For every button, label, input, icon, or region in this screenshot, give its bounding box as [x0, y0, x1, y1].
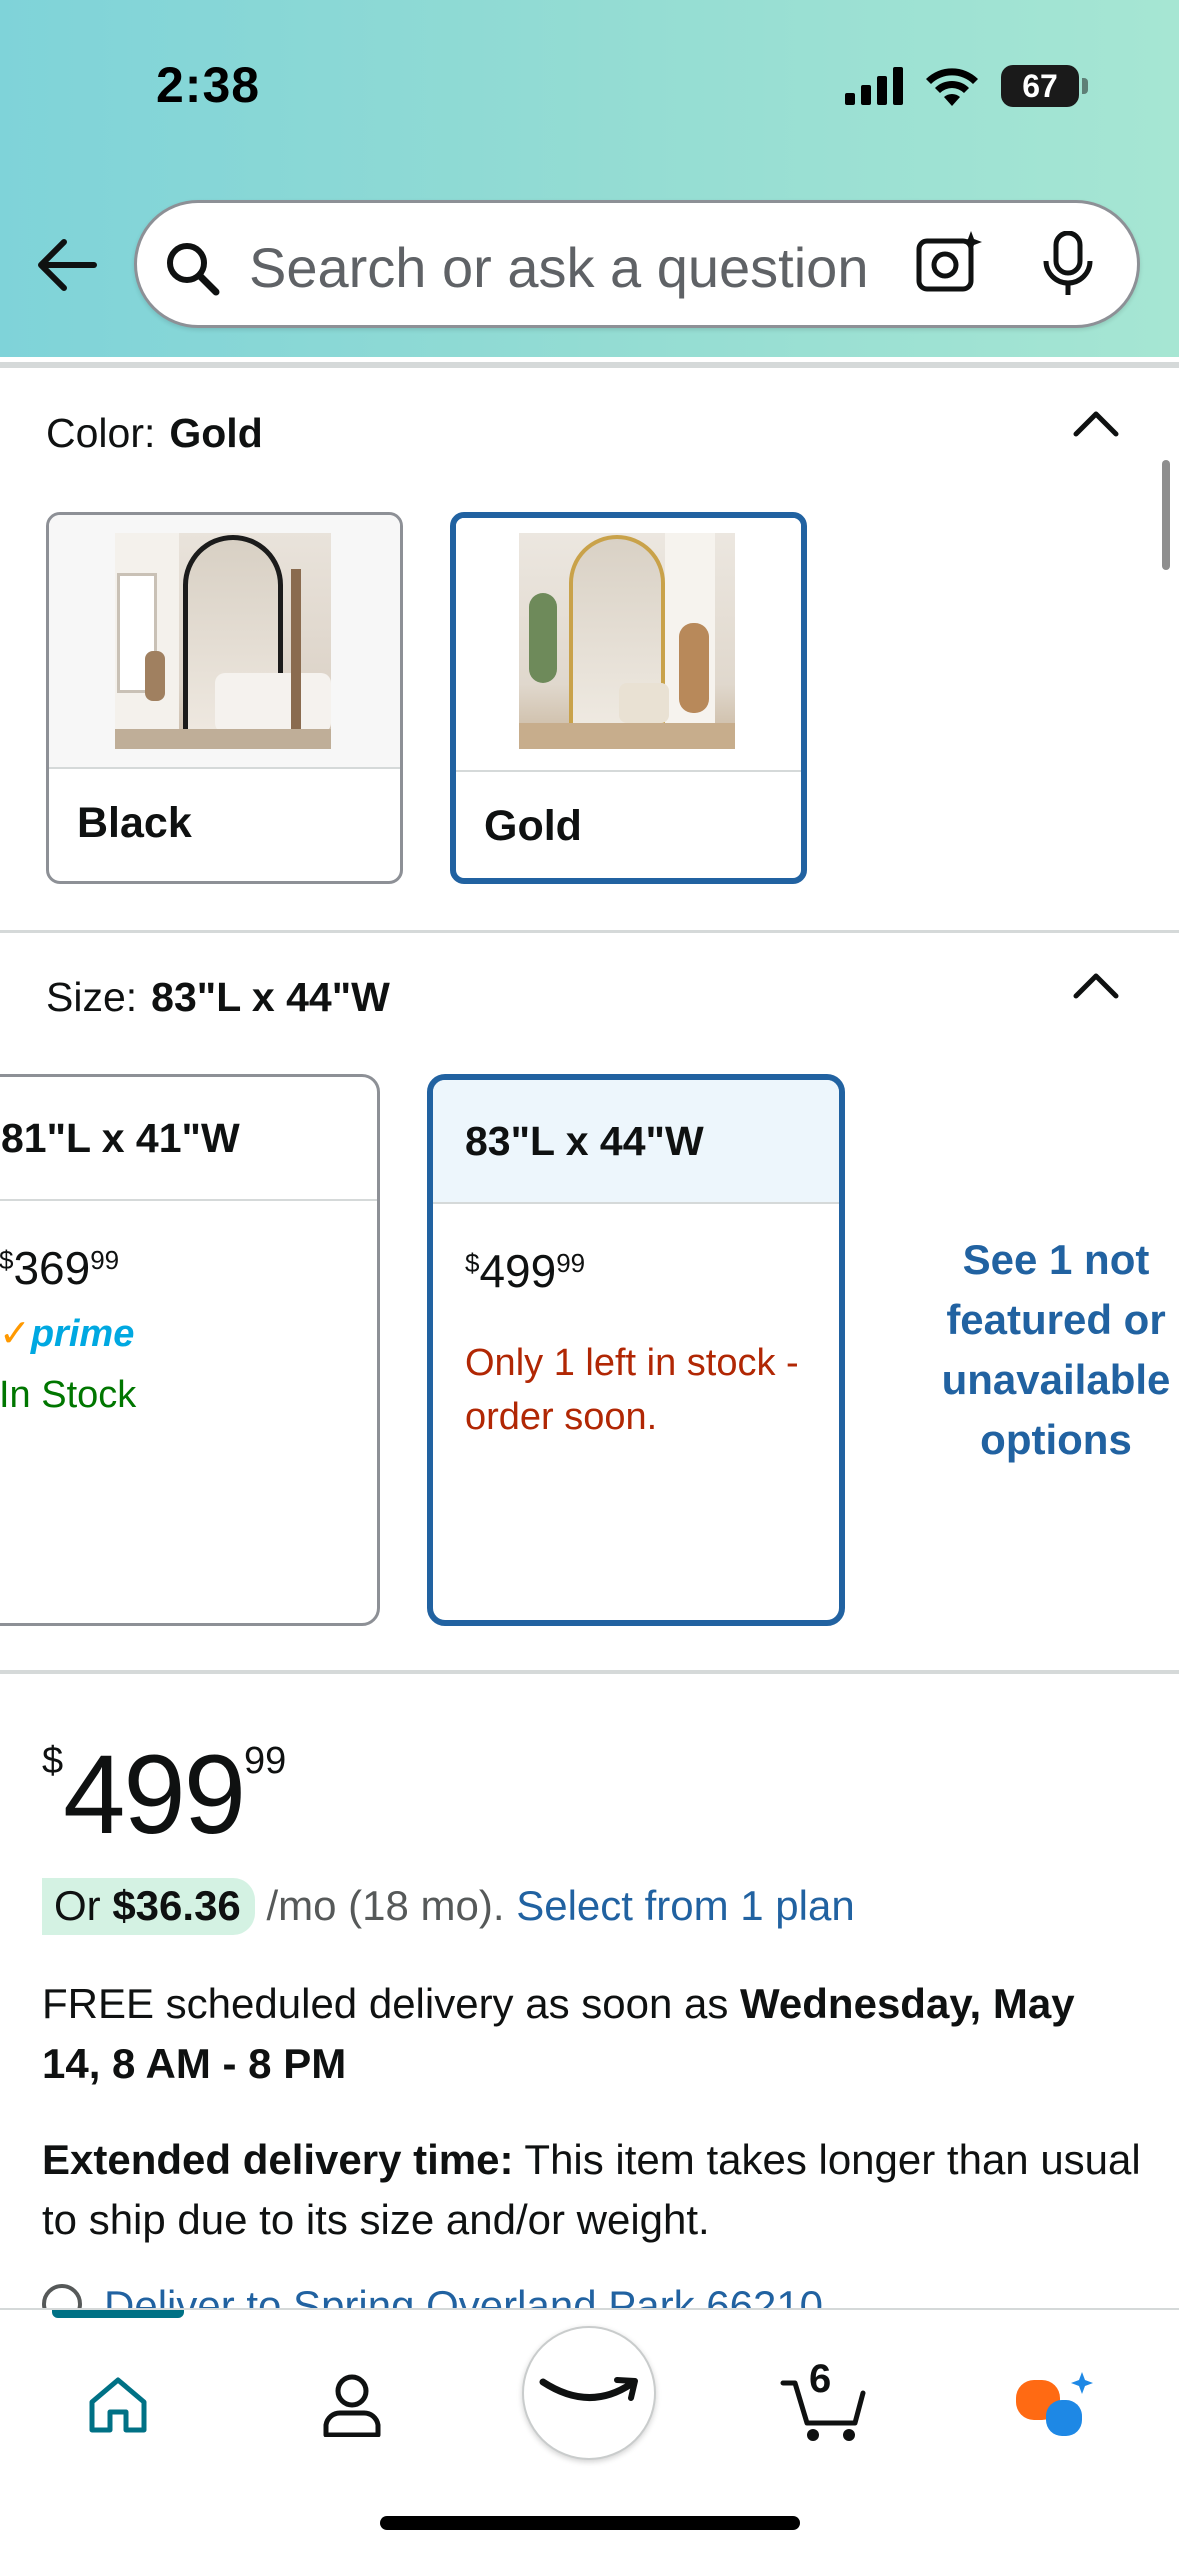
- color-option-label: Gold: [484, 802, 582, 850]
- rufus-assistant-icon: [1016, 2372, 1093, 2436]
- size-option-price: $36999: [0, 1242, 120, 1294]
- product-image-gold: [456, 518, 801, 772]
- availability-status: Only 1 left in stock - order soon.: [465, 1342, 799, 1438]
- prime-badge: ✓prime: [0, 1313, 135, 1355]
- search-placeholder: Search or ask a question: [249, 236, 869, 299]
- size-label: Size: 83"L x 44"W: [46, 974, 390, 1021]
- divider: [0, 930, 1179, 933]
- color-option-label: Black: [77, 799, 192, 847]
- color-option-gold[interactable]: Gold: [450, 512, 807, 884]
- home-icon: [89, 2377, 147, 2433]
- home-indicator: [380, 2516, 800, 2530]
- see-unavailable-options-link[interactable]: See 1 not featured or unavailable option…: [920, 1230, 1179, 1470]
- wifi-icon: [926, 68, 978, 106]
- color-option-black[interactable]: Black: [46, 512, 403, 884]
- active-tab-indicator: [52, 2310, 184, 2318]
- search-input[interactable]: Search or ask a question: [134, 200, 1140, 328]
- selected-size: 83"L x 44"W: [151, 974, 390, 1020]
- camera-lens-icon[interactable]: [913, 227, 985, 299]
- size-option-label: 81"L x 41"W: [0, 1077, 377, 1201]
- size-option-label: 83"L x 44"W: [433, 1080, 839, 1204]
- top-header: 2:38 67 Search or ask a question: [0, 0, 1179, 357]
- payment-plan: Or $36.36 /mo (18 mo). Select from 1 pla…: [42, 1878, 855, 1935]
- availability-status: In Stock: [0, 1374, 137, 1416]
- battery-level: 67: [1022, 67, 1058, 104]
- size-label-text: Size:: [46, 974, 138, 1020]
- color-label-text: Color:: [46, 410, 156, 456]
- chevron-up-icon[interactable]: [1072, 970, 1120, 1000]
- cellular-signal-icon: [845, 67, 903, 105]
- search-icon: [167, 243, 220, 296]
- cart-icon: [780, 2380, 866, 2441]
- back-arrow-icon[interactable]: [32, 230, 102, 300]
- nav-rufus[interactable]: [1006, 2350, 1102, 2460]
- microphone-icon[interactable]: [1037, 231, 1099, 299]
- amazon-smile-icon: [539, 2377, 638, 2401]
- chevron-up-icon[interactable]: [1072, 408, 1120, 438]
- status-time: 2:38: [156, 57, 261, 113]
- battery-icon: 67: [1001, 65, 1088, 107]
- size-option-83x44[interactable]: 83"L x 44"W $49999 Only 1 left in stock …: [427, 1074, 845, 1626]
- color-label: Color: Gold: [46, 410, 263, 457]
- product-image-black: [49, 515, 400, 769]
- status-icons: 67: [845, 62, 1088, 110]
- nav-home[interactable]: [72, 2350, 164, 2460]
- nav-account[interactable]: [306, 2350, 398, 2460]
- select-plan-link[interactable]: Select from 1 plan: [516, 1882, 855, 1929]
- delivery-info: FREE scheduled delivery as soon as Wedne…: [42, 1980, 1075, 2087]
- nav-amazon-logo[interactable]: [522, 2326, 656, 2460]
- size-option-price: $49999: [465, 1245, 586, 1297]
- divider: [0, 1670, 1179, 1674]
- size-option-81x41[interactable]: 81"L x 41"W $36999 ✓prime In Stock: [0, 1074, 380, 1626]
- product-price: $49999: [42, 1732, 287, 1857]
- nav-cart[interactable]: 6: [774, 2350, 874, 2460]
- scrollbar[interactable]: [1162, 460, 1170, 570]
- selected-color: Gold: [169, 410, 263, 456]
- user-icon: [323, 2374, 381, 2437]
- monthly-payment-badge: Or $36.36: [42, 1878, 255, 1935]
- divider: [0, 362, 1179, 368]
- plan-term: /mo (18 mo).: [254, 1882, 517, 1929]
- extended-delivery-note: Extended delivery time: This item takes …: [42, 2136, 1141, 2243]
